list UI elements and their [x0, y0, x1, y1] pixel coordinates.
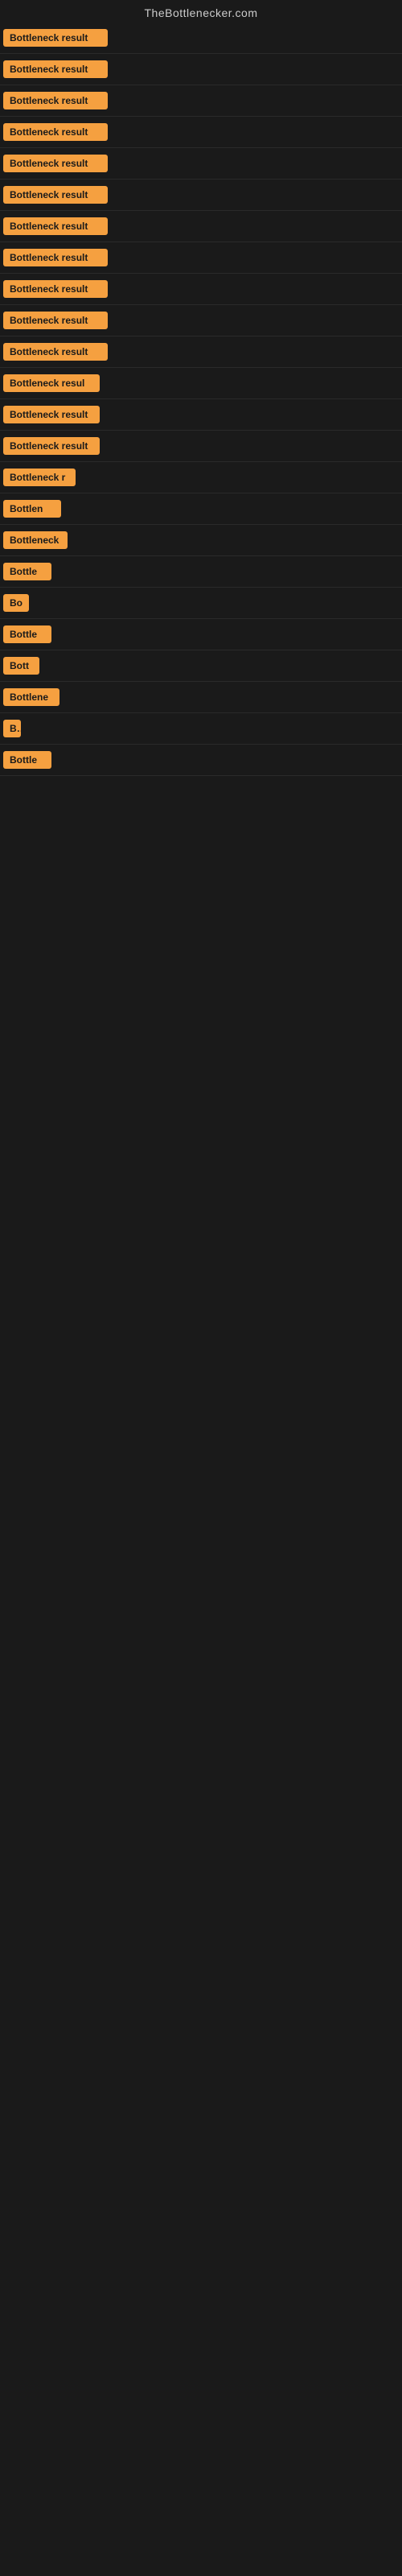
bottleneck-result-badge[interactable]: Bottle: [3, 625, 51, 643]
bottleneck-result-badge[interactable]: Bottlen: [3, 500, 61, 518]
list-item: Bottleneck result: [0, 274, 402, 305]
list-item: Bottleneck result: [0, 148, 402, 180]
bottleneck-result-badge[interactable]: Bottleneck result: [3, 60, 108, 78]
bottleneck-result-badge[interactable]: Bottleneck result: [3, 437, 100, 455]
list-item: Bottleneck result: [0, 117, 402, 148]
list-item: Bottleneck result: [0, 180, 402, 211]
list-item: Bottle: [0, 745, 402, 776]
list-item: Bottlen: [0, 493, 402, 525]
bottleneck-result-badge[interactable]: Bottleneck result: [3, 217, 108, 235]
list-item: Bottleneck result: [0, 242, 402, 274]
list-item: Bottleneck result: [0, 23, 402, 54]
bottleneck-result-badge[interactable]: Bottleneck result: [3, 249, 108, 266]
list-item: Bottleneck result: [0, 85, 402, 117]
bottleneck-result-badge[interactable]: Bott: [3, 657, 39, 675]
list-item: B: [0, 713, 402, 745]
bottleneck-result-badge[interactable]: Bottleneck result: [3, 123, 108, 141]
list-item: Bottleneck result: [0, 305, 402, 336]
bottleneck-result-badge[interactable]: Bottleneck result: [3, 92, 108, 109]
bottleneck-result-badge[interactable]: Bottleneck resul: [3, 374, 100, 392]
bottleneck-result-badge[interactable]: Bottlene: [3, 688, 59, 706]
bottleneck-result-badge[interactable]: Bottleneck r: [3, 469, 76, 486]
list-item: Bo: [0, 588, 402, 619]
list-item: Bottleneck: [0, 525, 402, 556]
list-item: Bottleneck result: [0, 211, 402, 242]
bottleneck-result-badge[interactable]: Bottle: [3, 563, 51, 580]
bottleneck-result-badge[interactable]: Bottle: [3, 751, 51, 769]
bottleneck-result-badge[interactable]: Bottleneck: [3, 531, 68, 549]
bottleneck-result-badge[interactable]: Bottleneck result: [3, 186, 108, 204]
list-item: Bottleneck r: [0, 462, 402, 493]
bottleneck-result-badge[interactable]: Bo: [3, 594, 29, 612]
bottleneck-result-badge[interactable]: Bottleneck result: [3, 406, 100, 423]
list-item: Bottleneck resul: [0, 368, 402, 399]
bottleneck-result-badge[interactable]: Bottleneck result: [3, 29, 108, 47]
list-item: Bottleneck result: [0, 54, 402, 85]
site-title: TheBottlenecker.com: [0, 0, 402, 23]
list-item: Bottle: [0, 556, 402, 588]
list-item: Bottle: [0, 619, 402, 650]
bottleneck-result-badge[interactable]: Bottleneck result: [3, 312, 108, 329]
list-item: Bottleneck result: [0, 431, 402, 462]
list-item: Bottlene: [0, 682, 402, 713]
bottleneck-result-badge[interactable]: Bottleneck result: [3, 155, 108, 172]
bottleneck-result-badge[interactable]: B: [3, 720, 21, 737]
bottleneck-result-badge[interactable]: Bottleneck result: [3, 280, 108, 298]
list-item: Bottleneck result: [0, 336, 402, 368]
bottleneck-result-badge[interactable]: Bottleneck result: [3, 343, 108, 361]
list-item: Bott: [0, 650, 402, 682]
list-item: Bottleneck result: [0, 399, 402, 431]
